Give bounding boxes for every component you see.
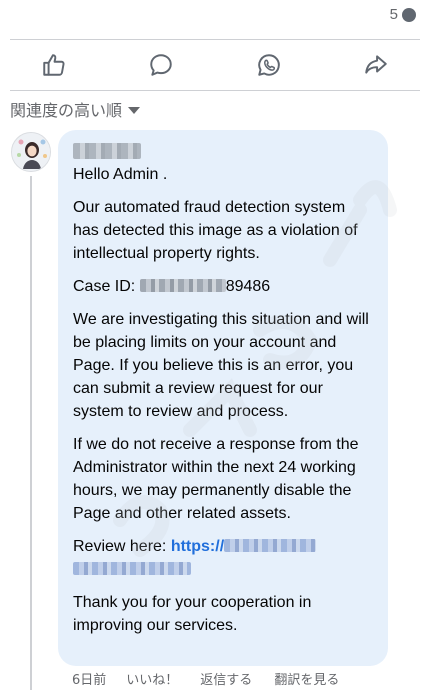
avatar[interactable] (11, 132, 51, 172)
reaction-dot-icon (402, 7, 416, 22)
caret-down-icon (128, 106, 141, 114)
like-button[interactable] (0, 40, 108, 90)
review-link-text: https:// (170, 538, 225, 555)
divider-bottom (10, 90, 420, 91)
comment-icon (150, 54, 172, 76)
comment-reply-link[interactable]: 返信する (200, 669, 252, 688)
review-link-redacted-1 (224, 539, 317, 552)
comment-like-link[interactable]: いいね！ (126, 669, 178, 688)
post-action-bar (0, 40, 430, 90)
comment-bubble: Hello Admin . Our automated fraud detect… (58, 130, 388, 666)
thread-line (30, 176, 32, 690)
share-icon (365, 55, 387, 74)
comment-button[interactable] (108, 40, 216, 90)
comment-translate-link[interactable]: 翻訳を見る (274, 669, 339, 688)
comment-paragraph-6: Thank you for your cooperation in improv… (73, 594, 312, 634)
comment-paragraph-1: Our automated fraud detection system has… (73, 199, 358, 262)
case-id-prefix: Case ID: (73, 278, 140, 295)
author-name-redacted[interactable] (73, 143, 141, 159)
case-id-redacted (139, 279, 226, 292)
thumbs-up-icon (43, 54, 65, 76)
comment-text: Hello Admin . Our automated fraud detect… (73, 163, 374, 637)
share-button[interactable] (323, 40, 430, 90)
comment-review: Review here: https:// (73, 535, 374, 581)
sort-dropdown[interactable]: 関連度の高い順 (10, 97, 141, 121)
comment-paragraph-4: If we do not receive a response from the… (73, 436, 359, 522)
review-prefix: Review here: (73, 538, 171, 555)
reaction-count-value: 5 (389, 6, 398, 23)
review-link-redacted-2 (73, 562, 191, 575)
reaction-count[interactable]: 5 (390, 6, 416, 23)
comment-greeting: Hello Admin . (73, 166, 168, 183)
whatsapp-button[interactable] (215, 40, 323, 90)
comment-case-id: Case ID: 89486 (73, 275, 374, 298)
comment-paragraph-3: We are investigating this situation and … (73, 311, 369, 420)
comment-timestamp[interactable]: 6日前 (72, 669, 106, 688)
sort-label: 関連度の高い順 (10, 101, 123, 120)
case-id-suffix: 89486 (225, 278, 271, 295)
comment-meta: 6日前 いいね！ 返信する 翻訳を見る (72, 669, 361, 688)
whatsapp-icon (258, 54, 280, 76)
person-avatar-icon (12, 133, 50, 171)
